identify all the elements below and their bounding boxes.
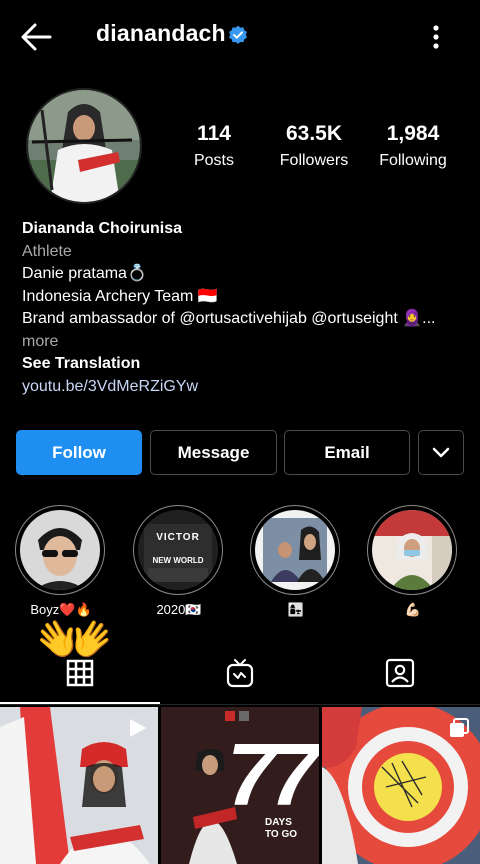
follow-button[interactable]: Follow	[16, 430, 142, 475]
bio-line-2: Indonesia Archery Team 🇮🇩	[22, 287, 218, 305]
countdown-to-go: TO GO	[265, 829, 298, 840]
back-arrow-icon[interactable]	[18, 20, 56, 54]
highlight-caption: 2020🇰🇷	[156, 602, 202, 617]
highlight-ring[interactable]	[15, 505, 105, 595]
play-icon	[130, 719, 146, 737]
followers-label: Followers	[279, 152, 349, 169]
highlight-ring[interactable]	[250, 505, 340, 595]
see-translation-link[interactable]: See Translation	[22, 353, 462, 376]
following-value: 1,984	[386, 122, 440, 145]
followers-value: 63.5K	[285, 122, 343, 145]
countdown-days: DAYS	[265, 817, 292, 828]
highlight-item[interactable]: VICTOR NEW WORLD 2020🇰🇷	[133, 505, 225, 618]
tab-igtv[interactable]	[160, 642, 320, 704]
highlight-cover-image: VICTOR NEW WORLD	[138, 510, 218, 590]
highlight-item[interactable]: 👩‍👧	[250, 505, 342, 618]
bio-line-1: Danie pratama💍	[22, 265, 147, 282]
highlight-caption: 💪🏻	[404, 602, 422, 617]
highlight-item[interactable]: Boyz❤️🔥	[15, 505, 107, 618]
highlight-image-text: VICTOR	[156, 532, 200, 543]
highlight-image-text: NEW WORLD	[152, 556, 204, 565]
verified-badge-icon	[228, 25, 248, 45]
chevron-down-icon	[432, 447, 450, 457]
bio-line-3: Brand ambassador of @ortusactivehijab @o…	[22, 310, 436, 327]
posts-count[interactable]: 114 Posts	[184, 122, 244, 170]
highlight-cover-image	[372, 510, 452, 590]
profile-avatar[interactable]	[26, 88, 142, 204]
following-count[interactable]: 1,984 Following	[372, 122, 454, 170]
more-options-icon[interactable]	[426, 22, 446, 52]
igtv-icon	[226, 659, 254, 688]
email-button[interactable]: Email	[284, 430, 410, 475]
highlight-ring[interactable]: VICTOR NEW WORLD	[133, 505, 223, 595]
carousel-icon	[450, 718, 469, 737]
tab-divider	[0, 704, 480, 705]
following-label: Following	[379, 152, 447, 169]
tagged-user-icon	[385, 658, 415, 688]
suggested-dropdown-button[interactable]	[418, 430, 464, 475]
bio-more-link[interactable]: more	[22, 331, 462, 354]
profile-username: dianandach	[96, 20, 226, 46]
profile-header: dianandach	[0, 0, 480, 72]
followers-count[interactable]: 63.5K Followers	[274, 122, 354, 170]
bio-website-link[interactable]: youtu.be/3VdMeRZiGYw	[22, 376, 462, 399]
highlight-cover-image	[20, 510, 100, 590]
highlight-item[interactable]: 💪🏻	[367, 505, 459, 618]
message-button[interactable]: Message	[150, 430, 277, 475]
highlight-cover-image	[255, 510, 335, 590]
hands-emoji-overlay: 👐	[36, 606, 114, 675]
countdown-number: 77	[227, 725, 319, 824]
post-thumbnail[interactable]: 77 DAYS TO GO	[161, 707, 319, 864]
profile-bio: Diananda Choirunisa Athlete Danie pratam…	[22, 218, 462, 398]
highlight-caption: 👩‍👧	[287, 602, 305, 617]
highlight-ring[interactable]	[367, 505, 457, 595]
posts-label: Posts	[193, 152, 234, 169]
category-label: Athlete	[22, 242, 72, 260]
full-name: Diananda Choirunisa	[22, 220, 183, 237]
post-thumbnail[interactable]	[322, 707, 480, 864]
tab-tagged[interactable]	[320, 642, 480, 704]
posts-value: 114	[197, 122, 231, 145]
post-thumbnail[interactable]	[0, 707, 158, 864]
